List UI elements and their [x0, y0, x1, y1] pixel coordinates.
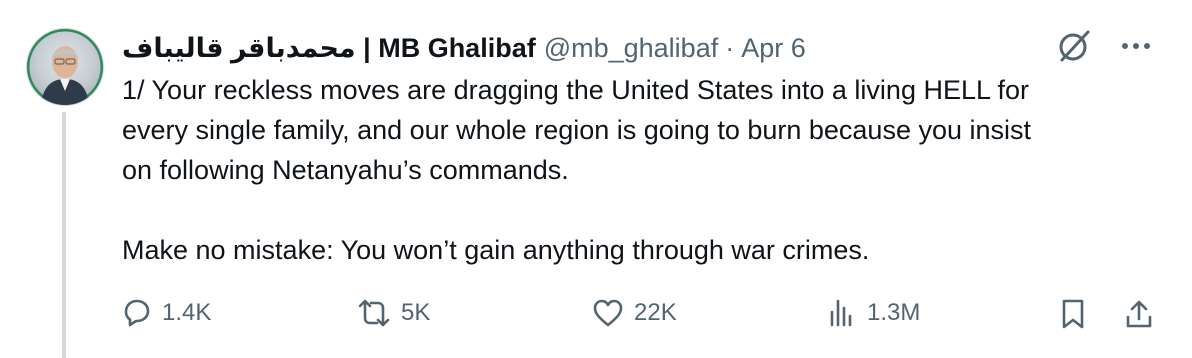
- header-separator: ·: [725, 32, 735, 63]
- tweet-date[interactable]: Apr 6: [741, 33, 806, 64]
- repost-count: 5K: [401, 299, 431, 326]
- reply-button[interactable]: 1.4K: [122, 298, 211, 328]
- avatar-portrait: [27, 29, 103, 105]
- tweet-header: محمدباقر قالیباف | MB Ghalibaf @mb_ghali…: [122, 30, 806, 66]
- view-count: 1.3M: [867, 299, 921, 326]
- repost-icon: [358, 299, 390, 327]
- reply-icon: [124, 299, 150, 327]
- views-icon: [830, 299, 852, 327]
- share-button[interactable]: [1124, 298, 1154, 330]
- share-icon: [1126, 300, 1152, 328]
- avatar[interactable]: [26, 28, 104, 106]
- grok-icon[interactable]: [1056, 28, 1092, 64]
- action-bar: 1.4K 5K 22K 1.3M: [122, 298, 1162, 332]
- views-button[interactable]: 1.3M: [827, 298, 920, 328]
- handle[interactable]: @mb_ghalibaf: [544, 33, 719, 64]
- tweet-paragraph-1: 1/ Your reckless moves are dragging the …: [122, 75, 1032, 185]
- like-button[interactable]: 22K: [592, 298, 677, 328]
- thread-line: [62, 112, 66, 358]
- more-icon[interactable]: [1120, 28, 1152, 64]
- like-icon: [593, 299, 623, 327]
- tweet-paragraph-2: Make no mistake: You won’t gain anything…: [122, 235, 870, 265]
- like-count: 22K: [634, 299, 677, 326]
- reply-count: 1.4K: [162, 299, 212, 326]
- avatar-column: [26, 28, 104, 106]
- header-actions: [1056, 28, 1152, 64]
- display-name[interactable]: محمدباقر قالیباف | MB Ghalibaf: [122, 33, 536, 64]
- repost-button[interactable]: 5K: [357, 298, 430, 328]
- bookmark-button[interactable]: [1060, 298, 1086, 330]
- tweet-text: 1/ Your reckless moves are dragging the …: [122, 70, 1162, 270]
- bookmark-icon: [1062, 299, 1084, 329]
- tweet-card[interactable]: محمدباقر قالیباف | MB Ghalibaf @mb_ghali…: [0, 0, 1192, 358]
